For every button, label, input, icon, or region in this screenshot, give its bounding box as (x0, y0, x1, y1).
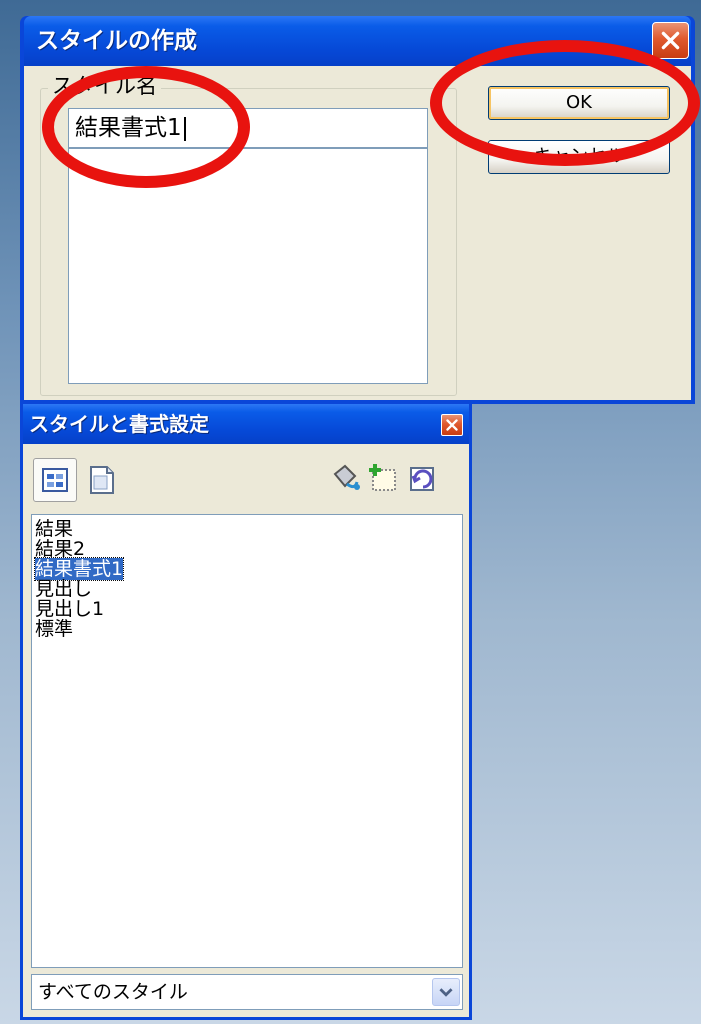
text-caret (183, 116, 186, 141)
list-item[interactable]: 見出し1 (35, 599, 462, 619)
styles-formatting-panel: スタイルと書式設定 結果 結果2 結果書式1 見出し 見出し1 標準 すべてのス… (20, 404, 472, 1020)
cancel-button[interactable]: キャンセル (488, 140, 670, 174)
style-filter-select[interactable]: すべてのスタイル (31, 974, 463, 1010)
chevron-down-icon[interactable] (432, 978, 460, 1006)
page-styles-icon[interactable] (83, 462, 119, 498)
style-name-label: スタイル名 (48, 74, 161, 98)
new-style-icon[interactable] (365, 460, 401, 496)
panel-title: スタイルと書式設定 (29, 412, 209, 436)
list-item[interactable]: 結果2 (35, 539, 462, 559)
fill-format-icon[interactable] (327, 460, 363, 496)
list-item[interactable]: 標準 (35, 619, 462, 639)
style-name-value: 結果書式1 (75, 115, 182, 141)
update-style-icon[interactable] (403, 460, 439, 496)
dialog-title: スタイルの作成 (36, 28, 197, 54)
panel-body: 結果 結果2 結果書式1 見出し 見出し1 標準 すべてのスタイル (23, 444, 469, 1017)
create-style-dialog: スタイルの作成 スタイル名 結果書式1 OK キャンセル (20, 16, 695, 404)
style-filter-value: すべてのスタイル (38, 981, 188, 1003)
panel-titlebar[interactable]: スタイルと書式設定 (23, 404, 469, 444)
existing-styles-list[interactable] (68, 148, 428, 384)
dialog-titlebar[interactable]: スタイルの作成 (24, 16, 691, 66)
close-icon[interactable] (441, 414, 463, 436)
list-item[interactable]: 結果 (35, 519, 462, 539)
close-icon[interactable] (652, 22, 689, 59)
style-list[interactable]: 結果 結果2 結果書式1 見出し 見出し1 標準 (31, 514, 463, 968)
ok-button[interactable]: OK (488, 86, 670, 120)
list-item[interactable]: 見出し (35, 579, 462, 599)
style-name-input[interactable]: 結果書式1 (68, 108, 428, 148)
paragraph-styles-icon[interactable] (33, 458, 77, 502)
list-item-selected[interactable]: 結果書式1 (33, 557, 462, 581)
dialog-body: スタイル名 結果書式1 OK キャンセル (24, 66, 691, 400)
